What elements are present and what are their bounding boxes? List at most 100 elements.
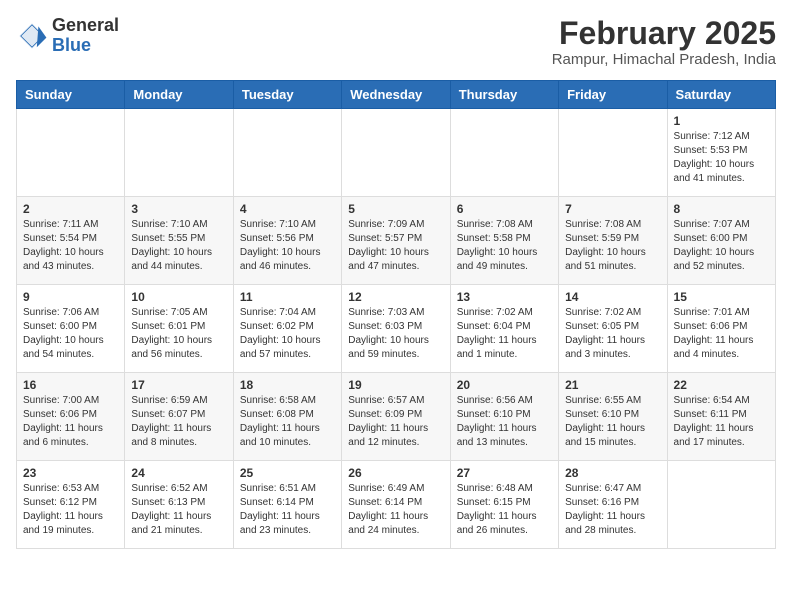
title-block: February 2025 Rampur, Himachal Pradesh, … (552, 16, 776, 68)
day-number: 1 (674, 114, 769, 128)
calendar-day-cell (17, 109, 125, 197)
calendar-day-cell: 4 Sunrise: 7:10 AM Sunset: 5:56 PM Daylig… (233, 197, 341, 285)
day-info: Sunrise: 6:58 AM Sunset: 6:08 PM Dayligh… (240, 394, 335, 450)
calendar-day-cell: 18 Sunrise: 6:58 AM Sunset: 6:08 PM Dayli… (233, 373, 341, 461)
day-number: 10 (131, 290, 226, 304)
calendar-day-cell: 14Sunrise: 7:02 AM Sunset: 6:05 PM Dayli… (559, 285, 667, 373)
day-number: 21 (565, 378, 660, 392)
day-info: Sunrise: 7:05 AM Sunset: 6:01 PM Dayligh… (131, 306, 226, 362)
weekday-header: Monday (125, 81, 233, 109)
day-number: 26 (348, 466, 443, 480)
day-info: Sunrise: 6:54 AM Sunset: 6:11 PM Dayligh… (674, 394, 769, 450)
calendar-day-cell: 16Sunrise: 7:00 AM Sunset: 6:06 PM Dayli… (17, 373, 125, 461)
day-number: 19 (348, 378, 443, 392)
calendar-day-cell: 17 Sunrise: 6:59 AM Sunset: 6:07 PM Dayli… (125, 373, 233, 461)
day-info: Sunrise: 6:51 AM Sunset: 6:14 PM Dayligh… (240, 482, 335, 538)
day-info: Sunrise: 6:47 AM Sunset: 6:16 PM Dayligh… (565, 482, 660, 538)
calendar-day-cell: 2 Sunrise: 7:11 AM Sunset: 5:54 PM Daylig… (17, 197, 125, 285)
day-number: 12 (348, 290, 443, 304)
calendar-day-cell (125, 109, 233, 197)
weekday-header: Tuesday (233, 81, 341, 109)
calendar-day-cell: 22 Sunrise: 6:54 AM Sunset: 6:11 PM Dayli… (667, 373, 775, 461)
calendar-week-row: 1Sunrise: 7:12 AM Sunset: 5:53 PM Daylig… (17, 109, 776, 197)
page-header: General Blue February 2025 Rampur, Himac… (16, 16, 776, 68)
day-number: 22 (674, 378, 769, 392)
calendar-week-row: 16Sunrise: 7:00 AM Sunset: 6:06 PM Dayli… (17, 373, 776, 461)
day-number: 16 (23, 378, 118, 392)
weekday-header: Friday (559, 81, 667, 109)
day-info: Sunrise: 6:49 AM Sunset: 6:14 PM Dayligh… (348, 482, 443, 538)
day-info: Sunrise: 6:52 AM Sunset: 6:13 PM Dayligh… (131, 482, 226, 538)
day-number: 11 (240, 290, 335, 304)
calendar-day-cell: 5Sunrise: 7:09 AM Sunset: 5:57 PM Daylig… (342, 197, 450, 285)
calendar-day-cell: 7Sunrise: 7:08 AM Sunset: 5:59 PM Daylig… (559, 197, 667, 285)
calendar-day-cell: 25 Sunrise: 6:51 AM Sunset: 6:14 PM Dayli… (233, 461, 341, 549)
day-number: 17 (131, 378, 226, 392)
calendar-day-cell: 9 Sunrise: 7:06 AM Sunset: 6:00 PM Daylig… (17, 285, 125, 373)
day-number: 20 (457, 378, 552, 392)
day-number: 28 (565, 466, 660, 480)
day-info: Sunrise: 7:11 AM Sunset: 5:54 PM Dayligh… (23, 218, 118, 274)
logo-icon (16, 20, 48, 52)
calendar-week-row: 9 Sunrise: 7:06 AM Sunset: 6:00 PM Daylig… (17, 285, 776, 373)
day-number: 25 (240, 466, 335, 480)
day-info: Sunrise: 6:53 AM Sunset: 6:12 PM Dayligh… (23, 482, 118, 538)
day-info: Sunrise: 7:04 AM Sunset: 6:02 PM Dayligh… (240, 306, 335, 362)
day-number: 24 (131, 466, 226, 480)
calendar-week-row: 2 Sunrise: 7:11 AM Sunset: 5:54 PM Daylig… (17, 197, 776, 285)
calendar-day-cell: 10 Sunrise: 7:05 AM Sunset: 6:01 PM Dayli… (125, 285, 233, 373)
weekday-header-row: SundayMondayTuesdayWednesdayThursdayFrid… (17, 81, 776, 109)
logo-general-text: General (52, 16, 119, 36)
day-info: Sunrise: 7:02 AM Sunset: 6:05 PM Dayligh… (565, 306, 660, 362)
day-number: 27 (457, 466, 552, 480)
day-number: 18 (240, 378, 335, 392)
calendar-day-cell: 12 Sunrise: 7:03 AM Sunset: 6:03 PM Dayli… (342, 285, 450, 373)
calendar-title: February 2025 (552, 16, 776, 51)
day-info: Sunrise: 6:59 AM Sunset: 6:07 PM Dayligh… (131, 394, 226, 450)
day-number: 8 (674, 202, 769, 216)
calendar-subtitle: Rampur, Himachal Pradesh, India (552, 51, 776, 68)
calendar-day-cell: 23 Sunrise: 6:53 AM Sunset: 6:12 PM Dayli… (17, 461, 125, 549)
logo: General Blue (16, 16, 119, 56)
weekday-header: Thursday (450, 81, 558, 109)
day-info: Sunrise: 7:10 AM Sunset: 5:56 PM Dayligh… (240, 218, 335, 274)
calendar-day-cell: 11 Sunrise: 7:04 AM Sunset: 6:02 PM Dayli… (233, 285, 341, 373)
calendar-day-cell (450, 109, 558, 197)
day-info: Sunrise: 7:03 AM Sunset: 6:03 PM Dayligh… (348, 306, 443, 362)
calendar-day-cell: 1Sunrise: 7:12 AM Sunset: 5:53 PM Daylig… (667, 109, 775, 197)
calendar-day-cell: 20 Sunrise: 6:56 AM Sunset: 6:10 PM Dayli… (450, 373, 558, 461)
day-info: Sunrise: 6:56 AM Sunset: 6:10 PM Dayligh… (457, 394, 552, 450)
day-number: 9 (23, 290, 118, 304)
calendar-day-cell: 6 Sunrise: 7:08 AM Sunset: 5:58 PM Daylig… (450, 197, 558, 285)
calendar-day-cell: 8 Sunrise: 7:07 AM Sunset: 6:00 PM Daylig… (667, 197, 775, 285)
calendar-day-cell (559, 109, 667, 197)
weekday-header: Saturday (667, 81, 775, 109)
weekday-header: Wednesday (342, 81, 450, 109)
calendar-day-cell: 19Sunrise: 6:57 AM Sunset: 6:09 PM Dayli… (342, 373, 450, 461)
day-number: 23 (23, 466, 118, 480)
day-info: Sunrise: 7:08 AM Sunset: 5:58 PM Dayligh… (457, 218, 552, 274)
calendar-day-cell (667, 461, 775, 549)
day-number: 3 (131, 202, 226, 216)
day-info: Sunrise: 7:01 AM Sunset: 6:06 PM Dayligh… (674, 306, 769, 362)
day-number: 4 (240, 202, 335, 216)
day-number: 6 (457, 202, 552, 216)
calendar-day-cell (233, 109, 341, 197)
day-info: Sunrise: 7:10 AM Sunset: 5:55 PM Dayligh… (131, 218, 226, 274)
day-info: Sunrise: 7:02 AM Sunset: 6:04 PM Dayligh… (457, 306, 552, 362)
calendar-day-cell: 27 Sunrise: 6:48 AM Sunset: 6:15 PM Dayli… (450, 461, 558, 549)
calendar-day-cell: 15Sunrise: 7:01 AM Sunset: 6:06 PM Dayli… (667, 285, 775, 373)
day-info: Sunrise: 6:55 AM Sunset: 6:10 PM Dayligh… (565, 394, 660, 450)
day-info: Sunrise: 7:09 AM Sunset: 5:57 PM Dayligh… (348, 218, 443, 274)
day-info: Sunrise: 7:07 AM Sunset: 6:00 PM Dayligh… (674, 218, 769, 274)
day-info: Sunrise: 7:08 AM Sunset: 5:59 PM Dayligh… (565, 218, 660, 274)
calendar-day-cell: 26 Sunrise: 6:49 AM Sunset: 6:14 PM Dayli… (342, 461, 450, 549)
calendar-day-cell: 24 Sunrise: 6:52 AM Sunset: 6:13 PM Dayli… (125, 461, 233, 549)
day-number: 2 (23, 202, 118, 216)
day-info: Sunrise: 6:48 AM Sunset: 6:15 PM Dayligh… (457, 482, 552, 538)
calendar-day-cell: 13Sunrise: 7:02 AM Sunset: 6:04 PM Dayli… (450, 285, 558, 373)
day-info: Sunrise: 7:06 AM Sunset: 6:00 PM Dayligh… (23, 306, 118, 362)
logo-blue-text: Blue (52, 36, 119, 56)
calendar-day-cell (342, 109, 450, 197)
calendar-day-cell: 28 Sunrise: 6:47 AM Sunset: 6:16 PM Dayli… (559, 461, 667, 549)
